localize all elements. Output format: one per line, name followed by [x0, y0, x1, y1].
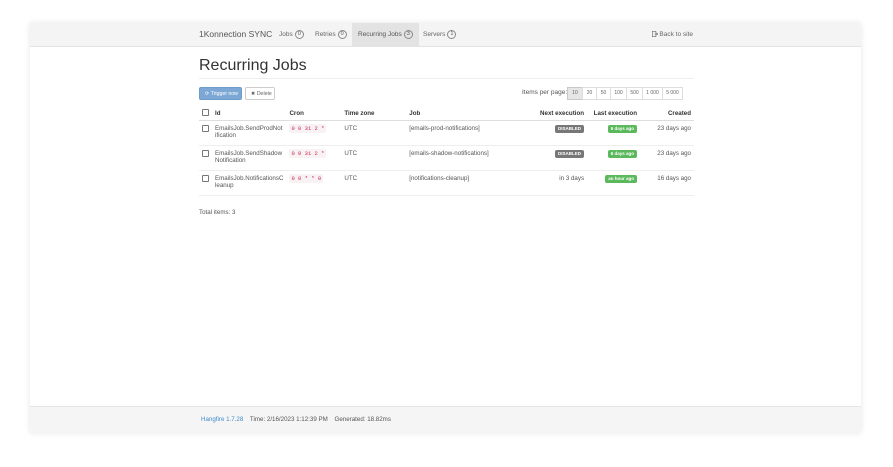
row-checkbox[interactable]	[202, 175, 209, 182]
hangfire-version-link[interactable]: Hangfire 1.7.28	[201, 416, 243, 423]
nav-recurring-jobs[interactable]: Recurring Jobs 3	[352, 23, 419, 46]
timezone-cell: UTC	[341, 120, 407, 146]
next-execution-cell: in 3 days	[534, 170, 588, 196]
dashboard-frame: 1Konnection SYNC Jobs 0 Retries 0 Recurrin…	[30, 23, 861, 433]
back-to-site-link[interactable]: Back to site	[652, 23, 693, 46]
page-size-5000[interactable]: 5 000	[662, 87, 683, 100]
job-id: EmailsJob.SendShadow Notification	[212, 145, 287, 171]
page-size-10[interactable]: 10	[567, 87, 583, 100]
items-per-page-label: Items per page:	[522, 89, 568, 96]
disabled-badge: DISABLED	[555, 125, 585, 133]
header-job: Job	[406, 106, 535, 121]
timezone-cell: UTC	[341, 145, 407, 171]
trigger-now-button[interactable]: ⟳ Trigger now	[199, 87, 242, 100]
refresh-icon: ⟳	[205, 91, 210, 97]
created-cell: 16 days ago	[640, 170, 694, 196]
header-id: Id	[212, 106, 287, 121]
nav-retries-count: 0	[337, 30, 347, 39]
job-id-line: EmailsJob.SendProdNot	[215, 125, 283, 132]
nav-servers[interactable]: Servers 1	[417, 23, 462, 46]
nav-jobs[interactable]: Jobs 0	[273, 23, 310, 46]
nav-retries[interactable]: Retries 0	[309, 23, 353, 46]
page-size-50[interactable]: 50	[596, 87, 611, 100]
job-name: [emails-shadow-notifications]	[406, 145, 535, 171]
page-size-500[interactable]: 500	[626, 87, 643, 100]
row-select-cell	[199, 145, 212, 171]
last-execution-cell: 6 days ago	[587, 120, 640, 146]
title-divider	[199, 78, 694, 79]
last-execution-badge[interactable]: 6 days ago	[607, 125, 637, 133]
job-name: [emails-prod-notifications]	[406, 120, 535, 146]
cron-expression: 0 0 31 2 *	[289, 149, 327, 158]
header-timezone: Time zone	[341, 106, 407, 121]
header-last-execution: Last execution	[587, 106, 640, 121]
nav-servers-label: Servers	[423, 31, 446, 38]
last-execution-badge[interactable]: an hour ago	[605, 175, 637, 183]
footer-generated: Generated: 18.82ms	[334, 416, 391, 423]
recurring-jobs-table: Id Cron Time zone Job Next execution Las…	[199, 106, 694, 196]
total-items: Total items: 3	[199, 209, 236, 216]
row-select-cell	[199, 170, 212, 196]
timezone-cell: UTC	[341, 170, 407, 196]
job-id-line: Notification	[215, 157, 246, 164]
nav-jobs-count: 0	[294, 30, 304, 39]
nav-servers-count: 1	[447, 30, 457, 39]
row-checkbox[interactable]	[202, 125, 209, 132]
cron-expression: 0 0 31 2 *	[289, 124, 327, 133]
header-cron: Cron	[286, 106, 342, 121]
nav-recurring-jobs-count: 3	[403, 30, 413, 39]
delete-button[interactable]: ✖ Delete	[245, 87, 275, 100]
page-size-100[interactable]: 100	[610, 87, 627, 100]
table-row: EmailsJob.SendShadow Notification 0 0 31 …	[199, 145, 694, 171]
job-id: EmailsJob.SendProdNot ification	[212, 120, 287, 146]
brand-title[interactable]: 1Konnection SYNC	[199, 29, 272, 39]
header-created: Created	[640, 106, 694, 121]
select-all-cell	[199, 106, 212, 121]
footer-info: Hangfire 1.7.28 Time: 2/16/2023 1:12:39 …	[201, 416, 396, 423]
table-row: EmailsJob.SendProdNot ification 0 0 31 2 …	[199, 120, 694, 146]
next-execution-cell: DISABLED	[534, 120, 588, 146]
cron-cell: 0 0 31 2 *	[286, 120, 342, 146]
job-id-line: ification	[215, 132, 236, 139]
nav-retries-label: Retries	[315, 31, 336, 38]
footer-time: Time: 2/16/2023 1:12:39 PM	[249, 416, 328, 423]
exit-icon	[652, 31, 659, 37]
nav-recurring-jobs-label: Recurring Jobs	[358, 31, 402, 38]
table-header-row: Id Cron Time zone Job Next execution Las…	[199, 106, 694, 121]
header-next-execution: Next execution	[534, 106, 588, 121]
navbar: 1Konnection SYNC Jobs 0 Retries 0 Recurrin…	[30, 23, 861, 47]
job-id-line: EmailsJob.NotificationsC	[215, 175, 284, 182]
page-size-20[interactable]: 20	[582, 87, 597, 100]
last-execution-cell: an hour ago	[587, 170, 640, 196]
job-id-line: EmailsJob.SendShadow	[215, 150, 283, 157]
cron-cell: 0 0 31 2 *	[286, 145, 342, 171]
job-name: [notifications-cleanup]	[406, 170, 535, 196]
job-id: EmailsJob.NotificationsC leanup	[212, 170, 287, 196]
nav-jobs-label: Jobs	[279, 31, 293, 38]
delete-label: Delete	[256, 91, 272, 97]
page-title: Recurring Jobs	[199, 57, 307, 74]
cron-cell: 0 0 * * 0	[286, 170, 342, 196]
footer: Hangfire 1.7.28 Time: 2/16/2023 1:12:39 …	[30, 406, 861, 433]
items-per-page-selector: 10 20 50 100 500 1 000 5 000	[567, 87, 683, 100]
next-execution-cell: DISABLED	[534, 145, 588, 171]
back-to-site-label: Back to site	[659, 31, 693, 38]
delete-x-icon: ✖	[251, 91, 256, 97]
last-execution-badge[interactable]: 6 days ago	[607, 150, 637, 158]
trigger-now-label: Trigger now	[210, 91, 238, 97]
created-cell: 23 days ago	[640, 145, 694, 171]
row-select-cell	[199, 120, 212, 146]
select-all-checkbox[interactable]	[202, 108, 209, 116]
row-checkbox[interactable]	[202, 150, 209, 157]
created-cell: 23 days ago	[640, 120, 694, 146]
table-row: EmailsJob.NotificationsC leanup 0 0 * * 0…	[199, 170, 694, 196]
cron-expression: 0 0 * * 0	[289, 174, 324, 183]
disabled-badge: DISABLED	[555, 150, 585, 158]
page-size-1000[interactable]: 1 000	[642, 87, 663, 100]
last-execution-cell: 6 days ago	[587, 145, 640, 171]
job-id-line: leanup	[215, 182, 234, 189]
